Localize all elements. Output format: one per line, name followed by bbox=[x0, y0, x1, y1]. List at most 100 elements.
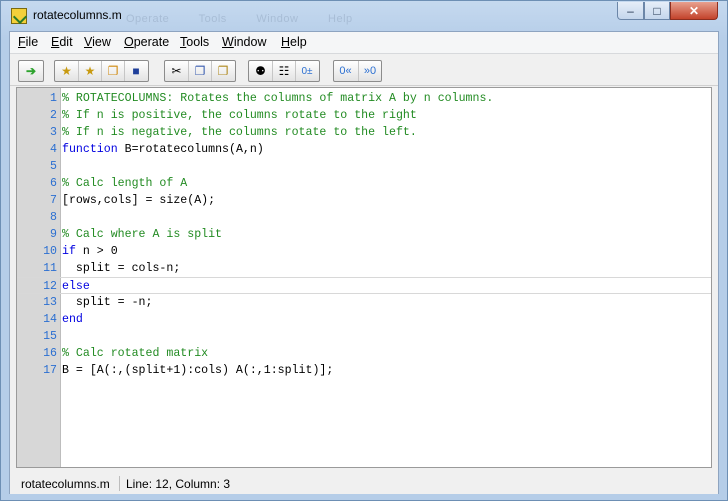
unindent-icon: 0« bbox=[339, 65, 352, 77]
menu-operate-label: perate bbox=[133, 35, 170, 49]
menu-window-label: indow bbox=[233, 35, 267, 49]
line-number: 1 bbox=[50, 92, 57, 105]
background-window-menu: Operate Tools Window Help bbox=[126, 13, 379, 25]
indent-button[interactable]: »0 bbox=[358, 61, 381, 81]
code-line[interactable]: 17 B = [A(:,(split+1):cols) A(:,1:split)]… bbox=[17, 362, 711, 379]
save-button[interactable]: ■ bbox=[124, 61, 147, 81]
open-button[interactable]: ❐ bbox=[101, 61, 124, 81]
menu-window-accel: W bbox=[222, 35, 234, 49]
menu-help-label: elp bbox=[290, 35, 307, 49]
line-number: 5 bbox=[50, 160, 57, 173]
line-number: 17 bbox=[43, 364, 57, 377]
copy-button[interactable]: ❐ bbox=[188, 61, 211, 81]
code-text: % If n is positive, the columns rotate t… bbox=[62, 109, 417, 122]
line-number: 8 bbox=[50, 211, 57, 224]
menu-file-accel: F bbox=[18, 35, 26, 49]
client-area: File Edit View Operate Tools Window Help… bbox=[9, 31, 719, 494]
status-bar: rotatecolumns.m Line: 12, Column: 3 bbox=[10, 473, 718, 494]
paste-button[interactable]: ❐ bbox=[211, 61, 234, 81]
keyword-token: else bbox=[62, 280, 90, 293]
code-line[interactable]: 9 % Calc where A is split bbox=[17, 226, 711, 243]
run-button[interactable]: ➔ bbox=[18, 60, 44, 82]
maximize-button[interactable]: □ bbox=[644, 2, 670, 20]
keyword-token: end bbox=[62, 313, 83, 326]
menu-file[interactable]: File bbox=[18, 35, 38, 49]
menu-view[interactable]: View bbox=[84, 35, 111, 49]
line-number: 13 bbox=[43, 296, 57, 309]
ghost-menu-item: Window bbox=[256, 13, 299, 25]
menu-window[interactable]: Window bbox=[222, 35, 266, 49]
close-button[interactable]: ✕ bbox=[670, 2, 718, 20]
find-button[interactable]: ⚉ bbox=[249, 61, 272, 81]
new-template-icon: ★ bbox=[84, 64, 96, 78]
code-text: else bbox=[62, 278, 90, 295]
new-from-template-button[interactable]: ★ bbox=[78, 61, 101, 81]
line-number: 9 bbox=[50, 228, 57, 241]
code-text: % If n is negative, the columns rotate t… bbox=[62, 126, 417, 139]
code-line[interactable]: 8 bbox=[17, 209, 711, 226]
line-number: 14 bbox=[43, 313, 57, 326]
minimize-button[interactable]: – bbox=[617, 2, 644, 20]
menu-tools-label: ools bbox=[186, 35, 210, 49]
code-line[interactable]: 5 bbox=[17, 158, 711, 175]
code-token: B=rotatecolumns(A,n) bbox=[117, 143, 264, 156]
cut-button[interactable]: ✂ bbox=[165, 61, 188, 81]
menu-view-label: iew bbox=[92, 35, 111, 49]
menu-tools[interactable]: Tools bbox=[180, 35, 209, 49]
code-line[interactable]: 4 function B=rotatecolumns(A,n) bbox=[17, 141, 711, 158]
code-line[interactable]: 10 if n > 0 bbox=[17, 243, 711, 260]
code-text: % ROTATECOLUMNS: Rotates the columns of … bbox=[62, 92, 494, 105]
menu-help-accel: H bbox=[281, 35, 291, 49]
toolbar: ➔ ★ ★ ❐ ■ ✂ ❐ ❐ ⚉ ☷ 0± 0« »0 bbox=[10, 55, 718, 86]
menu-view-accel: V bbox=[84, 35, 93, 49]
menu-help[interactable]: Help bbox=[281, 35, 307, 49]
code-line[interactable]: 2 % If n is positive, the columns rotate … bbox=[17, 107, 711, 124]
comment-toggle-icon: 0± bbox=[301, 65, 313, 77]
goto-line-button[interactable]: ☷ bbox=[272, 61, 295, 81]
title-bar[interactable]: rotatecolumns.m Operate Tools Window Hel… bbox=[1, 1, 727, 31]
menu-bar: File Edit View Operate Tools Window Help bbox=[10, 32, 718, 54]
status-cursor-position: Line: 12, Column: 3 bbox=[126, 477, 231, 491]
code-editor[interactable]: 1 % ROTATECOLUMNS: Rotates the columns of… bbox=[16, 87, 712, 468]
line-number: 2 bbox=[50, 109, 57, 122]
new-file-button[interactable]: ★ bbox=[55, 61, 78, 81]
code-line[interactable]: 6 % Calc length of A bbox=[17, 175, 711, 192]
line-number: 16 bbox=[43, 347, 57, 360]
ghost-menu-item: Help bbox=[328, 13, 353, 25]
app-icon bbox=[11, 8, 27, 24]
code-line[interactable]: 7 [rows,cols] = size(A); bbox=[17, 192, 711, 209]
unindent-button[interactable]: 0« bbox=[334, 61, 357, 81]
code-token: n > 0 bbox=[75, 245, 118, 258]
code-line[interactable]: 13 split = -n; bbox=[17, 294, 711, 311]
editor-window: rotatecolumns.m Operate Tools Window Hel… bbox=[0, 0, 728, 501]
copy-icon: ❐ bbox=[194, 64, 206, 78]
line-number: 7 bbox=[50, 194, 57, 207]
line-number: 10 bbox=[43, 245, 57, 258]
code-text: % Calc rotated matrix bbox=[62, 347, 209, 360]
line-number: 15 bbox=[43, 330, 57, 343]
line-number: 6 bbox=[50, 177, 57, 190]
code-line[interactable]: 1 % ROTATECOLUMNS: Rotates the columns of… bbox=[17, 90, 711, 107]
code-line[interactable]: 3 % If n is negative, the columns rotate … bbox=[17, 124, 711, 141]
menu-edit[interactable]: Edit bbox=[51, 35, 73, 49]
code-line[interactable]: 15 bbox=[17, 328, 711, 345]
binoculars-icon: ⚉ bbox=[255, 64, 266, 78]
clipboard-button-group: ✂ ❐ ❐ bbox=[164, 60, 236, 82]
scissors-icon: ✂ bbox=[171, 64, 182, 78]
new-file-icon: ★ bbox=[61, 64, 72, 78]
line-number: 3 bbox=[50, 126, 57, 139]
paste-icon: ❐ bbox=[217, 64, 229, 78]
window-title: rotatecolumns.m bbox=[33, 8, 122, 22]
close-icon: ✕ bbox=[688, 3, 700, 18]
code-line[interactable]: 12 else bbox=[17, 277, 711, 294]
code-line[interactable]: 11 split = cols-n; bbox=[17, 260, 711, 277]
ghost-menu-item: Operate bbox=[126, 13, 170, 25]
code-line[interactable]: 16 % Calc rotated matrix bbox=[17, 345, 711, 362]
toggle-comment-button[interactable]: 0± bbox=[295, 61, 318, 81]
code-text: split = -n; bbox=[62, 296, 153, 309]
code-line[interactable]: 14 end bbox=[17, 311, 711, 328]
menu-file-label: ile bbox=[25, 35, 39, 49]
code-text: function B=rotatecolumns(A,n) bbox=[62, 141, 264, 158]
menu-operate[interactable]: Operate bbox=[124, 35, 169, 49]
minimize-icon: – bbox=[627, 3, 634, 18]
